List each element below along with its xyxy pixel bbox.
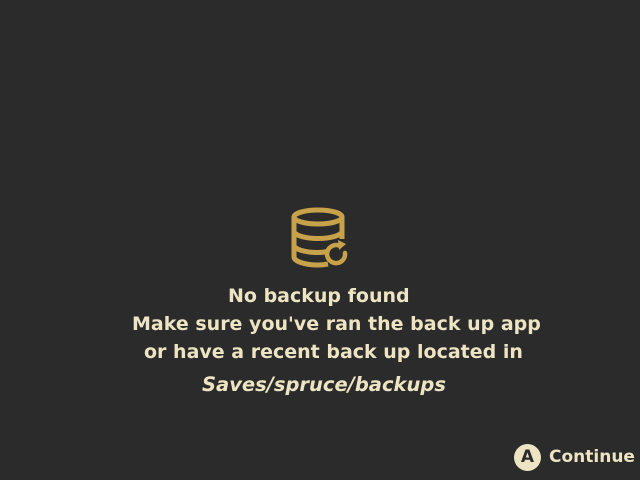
continue-label: Continue [549,447,635,467]
backup-path: Saves/spruce/backups [202,373,446,396]
a-button-icon: A [514,443,541,471]
no-backup-title: No backup found [228,285,410,307]
database-restore-icon [288,207,352,271]
instruction-line-2: or have a recent back up located in [144,341,523,363]
instruction-line-1: Make sure you've ran the back up app [132,313,541,335]
continue-button[interactable]: A Continue [514,443,635,471]
